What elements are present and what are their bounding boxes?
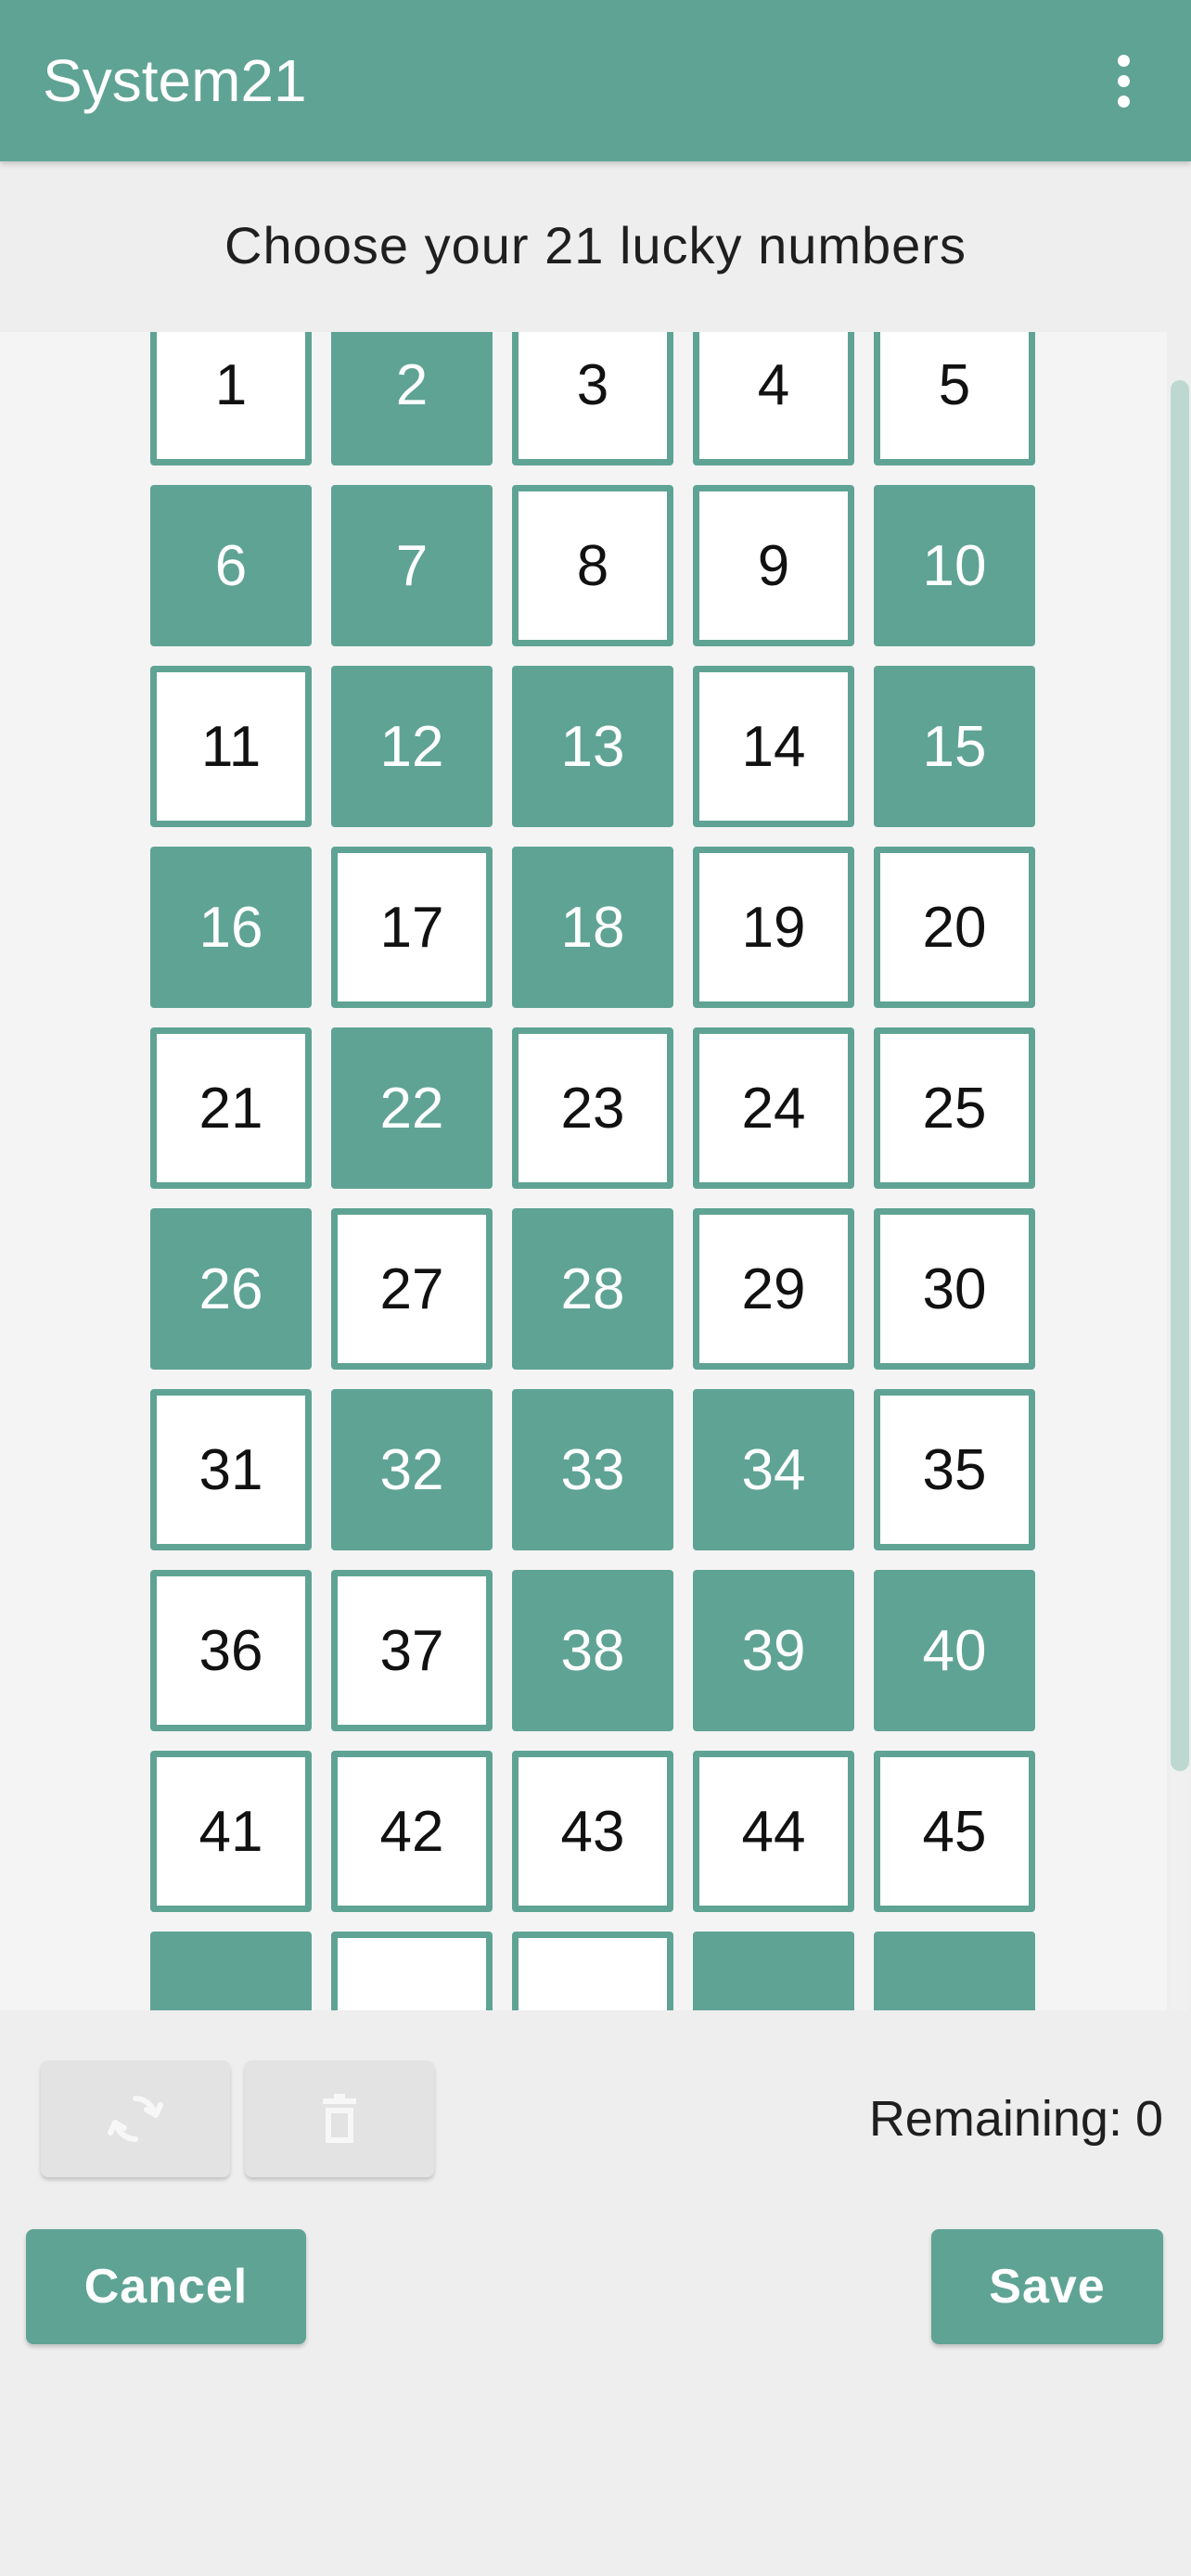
number-cell[interactable]: 11 [150,666,312,827]
number-cell[interactable] [512,1932,673,2010]
number-cell[interactable] [693,1932,854,2010]
number-grid: 1 2 3 4 5 6 7 8 9 10 11 12 13 14 15 16 17 18 19 20 21 22 23 24 2… [150,332,1041,2010]
number-cell[interactable] [150,1932,312,2010]
number-cell[interactable]: 31 [150,1389,312,1550]
number-cell[interactable]: 19 [693,847,854,1008]
number-cell[interactable]: 7 [331,485,493,646]
number-cell[interactable]: 45 [874,1751,1035,1912]
number-cell[interactable]: 32 [331,1389,493,1550]
number-cell[interactable]: 27 [331,1208,493,1370]
scrollbar-thumb[interactable] [1171,380,1189,1771]
number-cell[interactable]: 39 [693,1570,854,1731]
number-cell[interactable]: 12 [331,666,493,827]
cancel-button[interactable]: Cancel [26,2229,306,2344]
menu-dot [1117,95,1130,108]
number-cell[interactable]: 15 [874,666,1035,827]
number-cell[interactable]: 29 [693,1208,854,1370]
number-cell[interactable]: 41 [150,1751,312,1912]
number-cell[interactable]: 25 [874,1027,1035,1189]
number-cell[interactable]: 43 [512,1751,673,1912]
menu-dot [1117,74,1130,87]
number-cell[interactable]: 16 [150,847,312,1008]
remaining-value: 0 [1134,2091,1163,2147]
menu-dot [1117,54,1130,67]
remaining-label: Remaining: [868,2091,1122,2147]
number-cell[interactable]: 10 [874,485,1035,646]
number-cell[interactable]: 26 [150,1208,312,1370]
number-cell[interactable]: 3 [512,332,673,465]
number-cell[interactable]: 36 [150,1570,312,1731]
refresh-button[interactable] [41,2060,230,2177]
number-cell[interactable]: 33 [512,1389,673,1550]
refresh-icon [108,2096,163,2142]
number-cell[interactable]: 8 [512,485,673,646]
app-bar: System21 [0,0,1191,161]
number-cell[interactable]: 40 [874,1570,1035,1731]
number-cell[interactable]: 42 [331,1751,493,1912]
number-cell[interactable]: 17 [331,847,493,1008]
clear-button[interactable] [245,2060,434,2177]
save-button[interactable]: Save [931,2229,1163,2344]
number-cell[interactable]: 38 [512,1570,673,1731]
number-cell[interactable]: 5 [874,332,1035,465]
number-cell[interactable]: 21 [150,1027,312,1189]
number-cell[interactable] [331,1932,493,2010]
remaining-counter: Remaining: 0 [869,2088,1163,2149]
number-cell[interactable]: 1 [150,332,312,465]
number-cell[interactable]: 14 [693,666,854,827]
app-title: System21 [43,47,307,114]
number-cell[interactable]: 4 [693,332,854,465]
number-cell[interactable]: 13 [512,666,673,827]
number-cell[interactable]: 44 [693,1751,854,1912]
number-cell[interactable]: 20 [874,847,1035,1008]
number-cell[interactable] [874,1932,1035,2010]
number-cell[interactable]: 18 [512,847,673,1008]
number-cell[interactable]: 9 [693,485,854,646]
number-cell[interactable]: 35 [874,1389,1035,1550]
number-cell[interactable]: 34 [693,1389,854,1550]
number-cell[interactable]: 24 [693,1027,854,1189]
number-cell[interactable]: 2 [331,332,493,465]
number-cell[interactable]: 37 [331,1570,493,1731]
number-cell[interactable]: 23 [512,1027,673,1189]
number-cell[interactable]: 6 [150,485,312,646]
number-cell[interactable]: 28 [512,1208,673,1370]
trash-icon [323,2094,356,2143]
page-subtitle: Choose your 21 lucky numbers [224,216,967,274]
number-cell[interactable]: 30 [874,1208,1035,1370]
number-cell[interactable]: 22 [331,1027,493,1189]
more-options-icon[interactable] [1100,48,1146,113]
number-grid-panel[interactable]: 1 2 3 4 5 6 7 8 9 10 11 12 13 14 15 16 17 18 19 20 21 22 23 24 2… [0,332,1167,2010]
